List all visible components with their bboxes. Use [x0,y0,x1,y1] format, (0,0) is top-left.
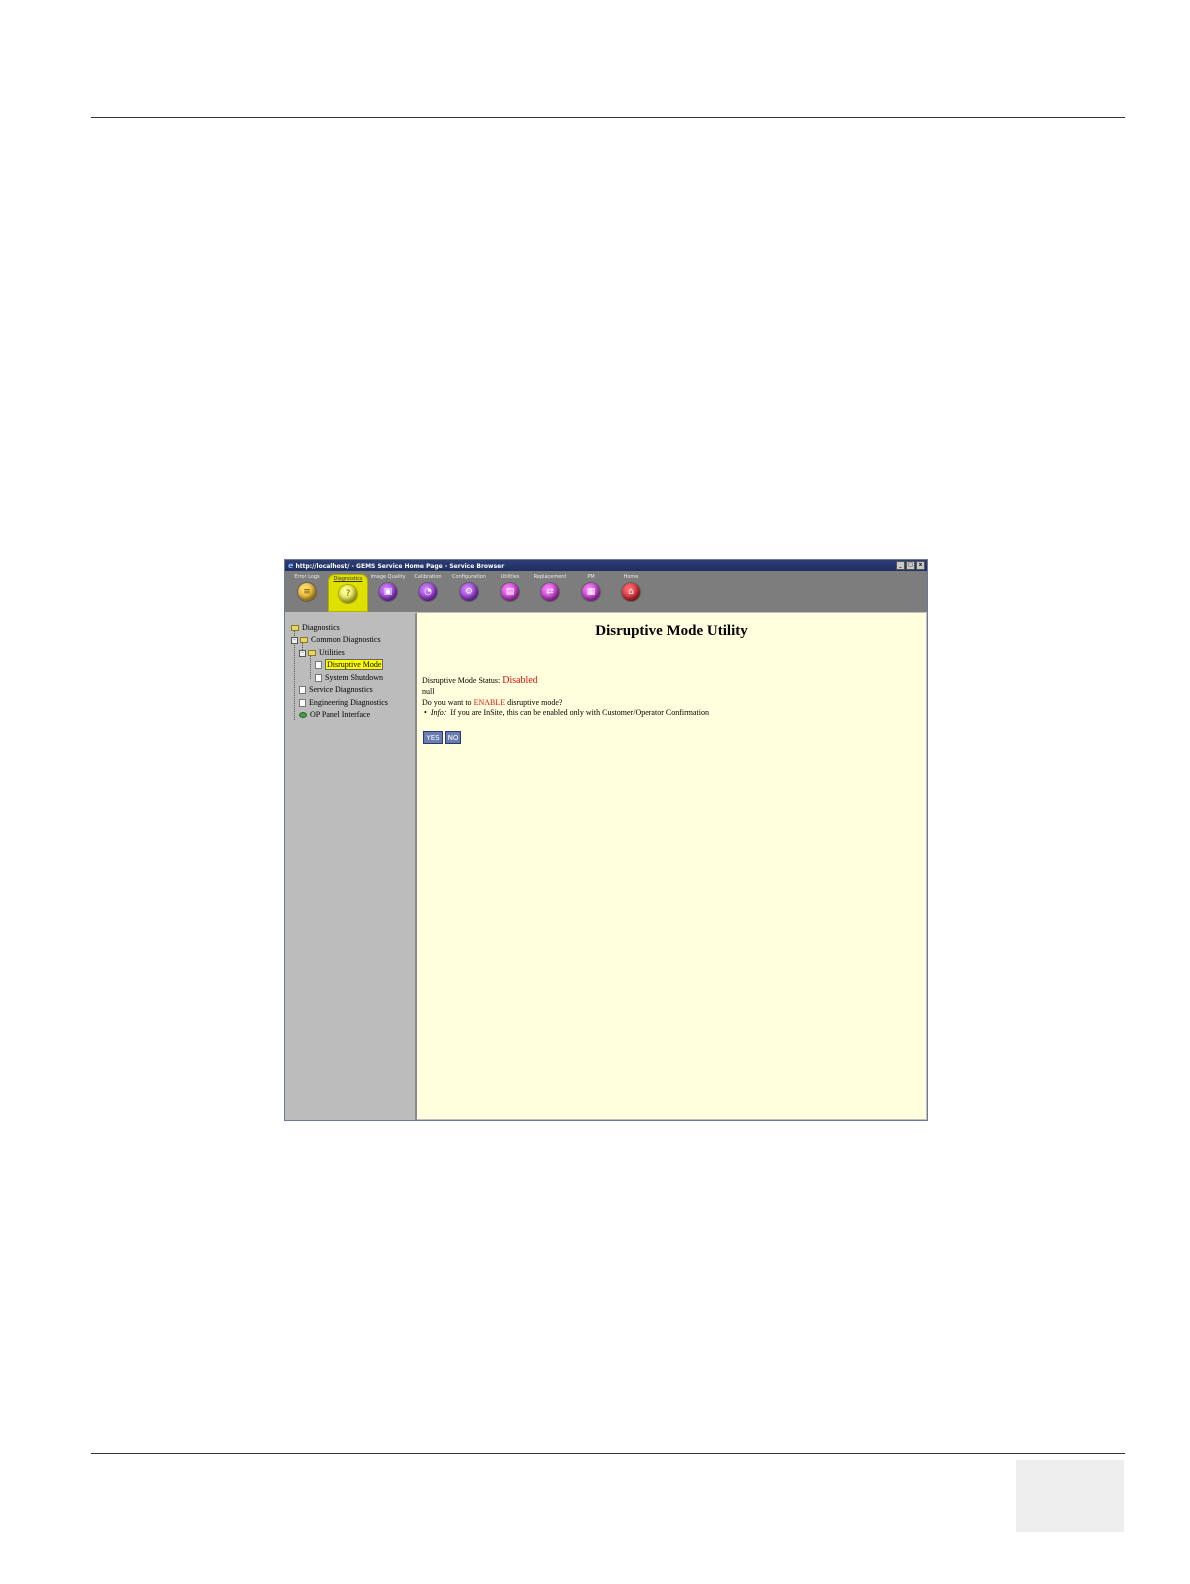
question-prefix: Do you want to [422,698,472,707]
header-rule [91,117,1125,118]
status-value: Disabled [502,675,538,686]
question-keyword: ENABLE [473,698,506,707]
tree-item-service-diagnostics[interactable]: Service Diagnostics [299,685,373,695]
toolbar-label: Error Logs [294,574,320,580]
page-number-box [1016,1460,1124,1532]
enable-question: Do you want to ENABLE disruptive mode? [422,698,562,707]
collapse-icon[interactable]: − [291,636,298,644]
toolbar-label: Home [623,574,639,580]
toolbar-image-quality[interactable]: Image Quality ▣ [369,573,407,611]
question-suffix: disruptive mode? [507,698,563,707]
close-button[interactable]: x [916,561,925,570]
info-label: Info: [430,708,447,717]
tree-item-engineering-diagnostics[interactable]: Engineering Diagnostics [299,698,388,708]
toolbar-replacement[interactable]: Replacement ⇄ [531,573,569,611]
tree-item-utilities[interactable]: − Utilities [299,648,345,658]
toolbar-label: Diagnostics [333,576,363,582]
minimize-button[interactable]: _ [896,561,905,570]
no-button[interactable]: NO [445,731,461,744]
status-line: Disruptive Mode Status: Disabled [422,675,538,686]
plug-icon [299,712,307,719]
collapse-icon[interactable]: − [299,649,306,657]
toolbar-error-logs[interactable]: Error Logs ≡ [288,573,326,611]
tree-item-system-shutdown[interactable]: System Shutdown [315,673,383,683]
tree-item-disruptive-mode[interactable]: Disruptive Mode [315,659,384,670]
toolbar-configuration[interactable]: Configuration ⚙ [450,573,488,611]
list-icon: ≡ [298,583,316,601]
maximize-button[interactable]: □ [906,561,915,570]
title-bar: e http://localhost/ - GEMS Service Home P… [285,560,927,571]
toolbar-label: Image Quality [370,574,406,580]
toolbar-home[interactable]: Home ⌂ [612,573,650,611]
folder-open-icon [300,637,308,644]
pm-icon: ▦ [582,583,600,601]
info-note: • Info: If you are InSite, this can be en… [424,708,709,717]
page-icon [315,674,322,683]
toolbar-label: Replacement [533,574,567,580]
toolbar-utilities[interactable]: Utilities ▤ [491,573,529,611]
tree-item-label: System Shutdown [325,673,384,682]
tree-item-label: Common Diagnostics [311,635,381,644]
toolbar-calibration[interactable]: Calibration ◔ [409,573,447,611]
tree-item-diagnostics[interactable]: Diagnostics [291,623,340,633]
home-icon: ⌂ [622,583,640,601]
page-icon [315,661,322,670]
tree-line [310,655,311,679]
folder-open-icon [291,625,299,632]
footer-rule [91,1453,1125,1454]
utilities-icon: ▤ [501,583,519,601]
question-icon: ? [339,585,357,603]
toolbar-label: PM [587,574,595,580]
bullet-icon: • [424,708,427,717]
calibration-icon: ◔ [419,583,437,601]
folder-open-icon [308,650,316,657]
window-title: http://localhost/ - GEMS Service Home Pa… [295,563,505,570]
page-title: Disruptive Mode Utility [595,623,748,639]
window-controls: _ □ x [896,561,925,570]
yes-button[interactable]: YES [423,731,443,744]
toolbar-label: Utilities [500,574,520,580]
browser-e-icon: e [288,561,294,570]
info-text: If you are InSite, this can be enabled o… [450,708,709,717]
toolbar-pm[interactable]: PM ▦ [572,573,610,611]
toolbar-label: Calibration [414,574,442,580]
tree-item-label: OP Panel Interface [310,710,371,719]
tree-item-label: Utilities [319,648,345,657]
service-toolbar: Error Logs ≡ Diagnostics ? Image Quality… [285,571,927,622]
tree-item-label: Disruptive Mode [325,659,384,670]
toolbar-diagnostics[interactable]: Diagnostics ? [329,575,367,611]
status-label: Disruptive Mode Status: [422,676,501,685]
tree-item-op-panel-interface[interactable]: OP Panel Interface [299,710,370,720]
replacement-icon: ⇄ [541,583,559,601]
page-icon [299,699,306,708]
image-icon: ▣ [379,583,397,601]
toolbar-label: Configuration [452,574,486,580]
browser-window: e http://localhost/ - GEMS Service Home P… [284,559,928,1121]
tree-item-common-diagnostics[interactable]: − Common Diagnostics [291,635,381,645]
null-text: null [422,687,435,696]
content-pane: Disruptive Mode Utility Disruptive Mode … [417,613,926,1119]
diagnostics-tree: Diagnostics − Common Diagnostics − Utiliti… [285,613,417,1120]
configuration-icon: ⚙ [460,583,478,601]
page-icon [299,686,306,695]
tree-item-label: Service Diagnostics [309,685,373,694]
tree-item-label: Engineering Diagnostics [309,698,388,707]
tree-item-label: Diagnostics [302,623,340,632]
